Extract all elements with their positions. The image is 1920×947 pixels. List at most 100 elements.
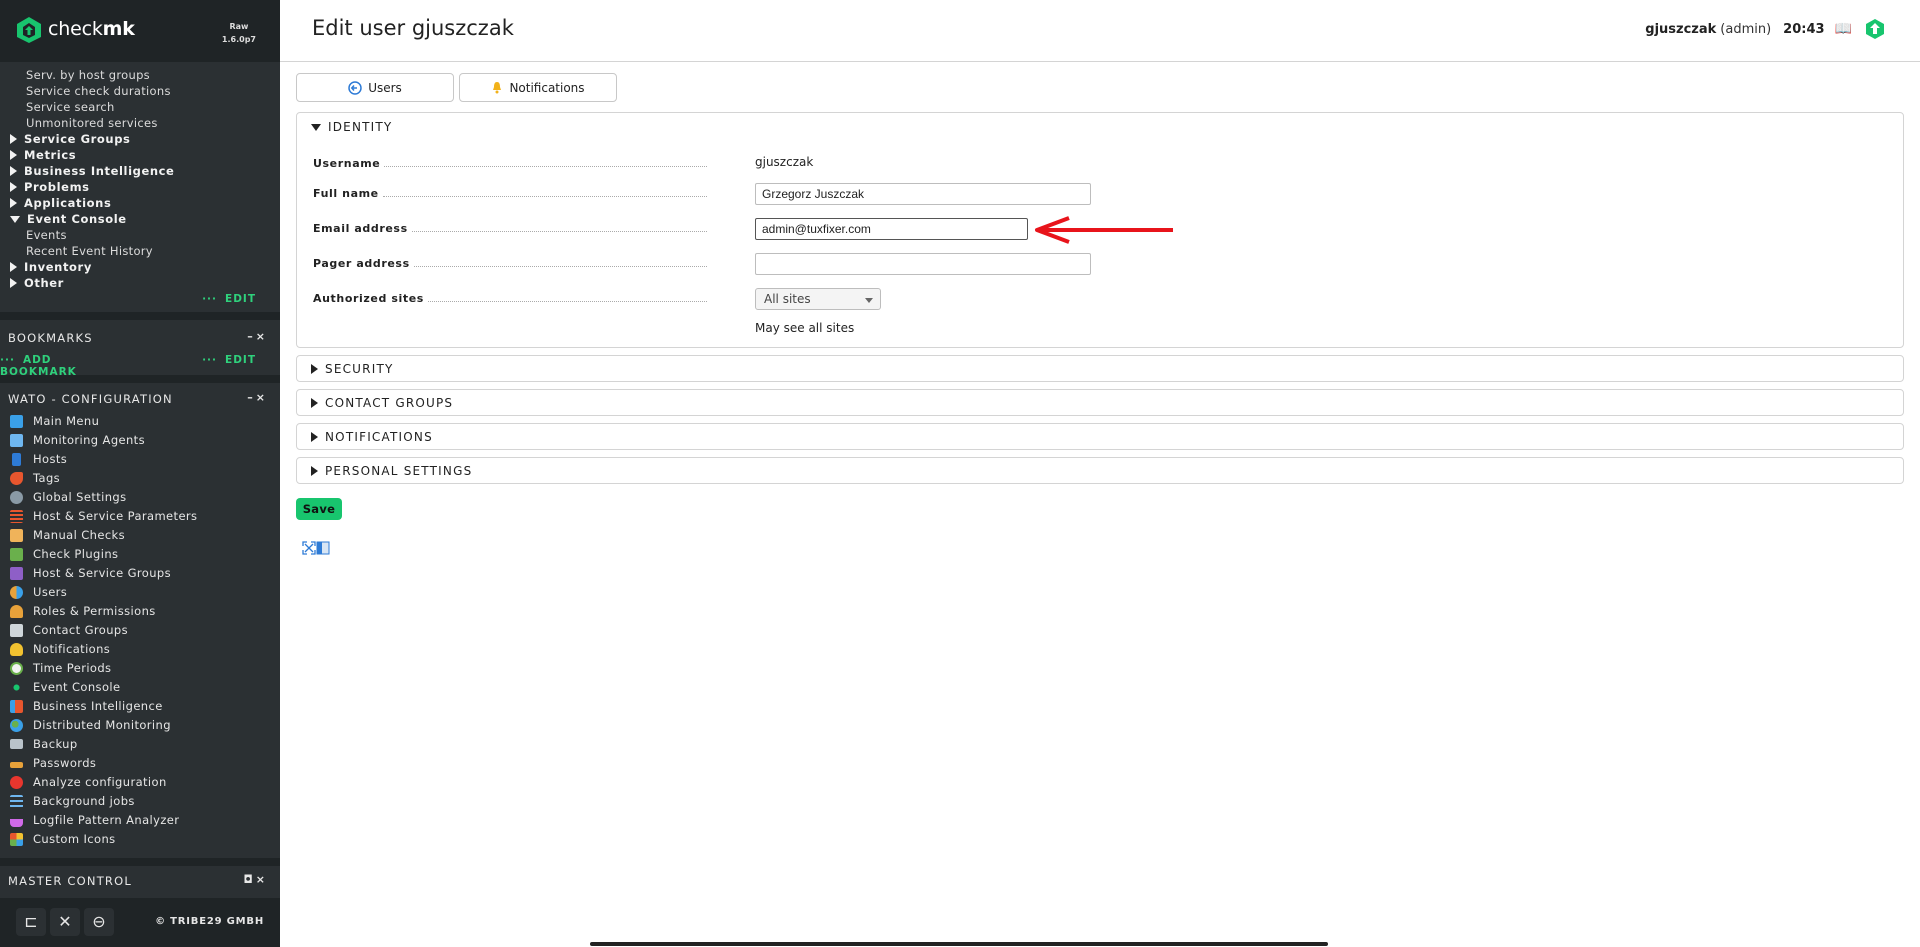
wato-hosts[interactable]: Hosts xyxy=(10,452,67,466)
puzzle-icon xyxy=(10,547,23,561)
wato-title[interactable]: WATO - CONFIGURATION xyxy=(8,392,173,406)
collapsed-triangle-icon xyxy=(10,166,17,176)
wato-time-periods[interactable]: Time Periods xyxy=(10,661,111,675)
wato-controls: –× xyxy=(247,391,268,404)
checkmk-logo-icon[interactable] xyxy=(16,16,42,44)
wato-main-menu[interactable]: Main Menu xyxy=(10,414,99,428)
tags-icon xyxy=(10,471,23,485)
wato-host-service-parameters[interactable]: Host & Service Parameters xyxy=(10,509,197,523)
view-group-problems[interactable]: Problems xyxy=(10,180,90,194)
edition-info: Raw 1.6.0p7 xyxy=(222,20,256,46)
wato-check-plugins[interactable]: Check Plugins xyxy=(10,547,118,561)
security-section[interactable]: SECURITY xyxy=(296,355,1904,382)
wato-custom-icons[interactable]: Custom Icons xyxy=(10,832,116,846)
wato-monitoring-agents[interactable]: Monitoring Agents xyxy=(10,433,145,447)
contact-groups-icon xyxy=(10,623,23,637)
view-group-service-groups[interactable]: Service Groups xyxy=(10,132,131,146)
wato-roles-permissions[interactable]: Roles & Permissions xyxy=(10,604,156,618)
bookmarks-edit-link[interactable]: ··· EDIT xyxy=(202,354,256,366)
backup-icon xyxy=(10,739,23,749)
wato-host-service-groups[interactable]: Host & Service Groups xyxy=(10,566,171,580)
agents-icon xyxy=(10,433,23,447)
add-snapin-icon: ⊏ xyxy=(24,912,38,931)
master-control-title[interactable]: MASTER CONTROL xyxy=(8,874,132,888)
minimize-icon[interactable]: – xyxy=(247,330,256,343)
sidebar-footer: ⊏ ✕ ⊖ © TRIBE29 GMBH xyxy=(0,898,280,947)
view-group-metrics[interactable]: Metrics xyxy=(10,148,76,162)
email-input[interactable] xyxy=(755,218,1028,240)
wato-manual-checks[interactable]: Manual Checks xyxy=(10,528,125,542)
maximize-icon[interactable]: ◘ xyxy=(244,873,256,886)
close-icon[interactable]: × xyxy=(256,873,268,886)
logo-bar: checkmk Raw 1.6.0p7 xyxy=(0,0,280,62)
fullscreen-icon[interactable] xyxy=(302,541,316,555)
view-link-serv-by-host-groups[interactable]: Serv. by host groups xyxy=(26,68,150,82)
dots-icon: ··· xyxy=(202,354,218,366)
wato-passwords[interactable]: Passwords xyxy=(10,756,96,770)
wato-tags[interactable]: Tags xyxy=(10,471,60,485)
notifications-button[interactable]: Notifications xyxy=(459,73,617,102)
collapsed-triangle-icon xyxy=(311,465,318,476)
clock-icon xyxy=(10,661,23,675)
sidebar: checkmk Raw 1.6.0p7 Serv. by host groups… xyxy=(0,0,280,947)
view-group-event-console[interactable]: Event Console xyxy=(10,212,127,226)
wato-contact-groups[interactable]: Contact Groups xyxy=(10,623,128,637)
list-icon xyxy=(10,794,23,808)
current-username[interactable]: gjuszczak xyxy=(1645,22,1716,37)
personal-settings-section[interactable]: PERSONAL SETTINGS xyxy=(296,457,1904,484)
wato-business-intelligence[interactable]: Business Intelligence xyxy=(10,699,163,713)
main-content: Edit user gjuszczak gjuszczak (admin) 20… xyxy=(280,0,1920,947)
bookmarks-controls: –× xyxy=(247,330,268,343)
add-snapin-button[interactable]: ⊏ xyxy=(16,908,46,936)
wato-backup[interactable]: Backup xyxy=(10,737,78,751)
pager-input[interactable] xyxy=(755,253,1091,275)
bell-icon xyxy=(493,82,502,94)
view-link-recent-event-history[interactable]: Recent Event History xyxy=(26,244,153,258)
wato-logfile-pattern-analyzer[interactable]: Logfile Pattern Analyzer xyxy=(10,813,179,827)
user-info: gjuszczak (admin) 20:43 📖 xyxy=(1645,18,1886,40)
pager-label: Pager address xyxy=(313,257,414,270)
book-icon[interactable]: 📖 xyxy=(1835,21,1852,37)
collapsed-triangle-icon xyxy=(10,134,17,144)
wato-users[interactable]: Users xyxy=(10,585,67,599)
sites-select[interactable]: All sites xyxy=(755,288,881,310)
email-row: Email address xyxy=(313,216,1893,244)
logout-button[interactable]: ⊖ xyxy=(84,908,114,936)
fullname-input[interactable] xyxy=(755,183,1091,205)
users-back-button[interactable]: Users xyxy=(296,73,454,102)
expanded-triangle-icon xyxy=(10,215,20,223)
view-group-inventory[interactable]: Inventory xyxy=(10,260,92,274)
collapsed-triangle-icon xyxy=(10,262,17,272)
email-label: Email address xyxy=(313,222,412,235)
wato-background-jobs[interactable]: Background jobs xyxy=(10,794,135,808)
analyze-icon xyxy=(10,775,23,789)
bookmarks-title[interactable]: BOOKMARKS xyxy=(8,331,93,345)
sidebar-settings-button[interactable]: ✕ xyxy=(50,908,80,936)
key-icon xyxy=(10,762,23,768)
groups-icon xyxy=(10,566,23,580)
views-edit-link[interactable]: ··· EDIT xyxy=(202,293,256,305)
wato-distributed-monitoring[interactable]: Distributed Monitoring xyxy=(10,718,171,732)
view-group-business-intelligence[interactable]: Business Intelligence xyxy=(10,164,174,178)
checkmk-logo-icon[interactable] xyxy=(1864,18,1886,40)
view-link-service-search[interactable]: Service search xyxy=(26,100,115,114)
view-group-applications[interactable]: Applications xyxy=(10,196,111,210)
view-link-events[interactable]: Events xyxy=(26,228,67,242)
wato-global-settings[interactable]: Global Settings xyxy=(10,490,127,504)
view-link-service-check-durations[interactable]: Service check durations xyxy=(26,84,171,98)
identity-header[interactable]: IDENTITY xyxy=(297,113,1903,141)
snapin-separator xyxy=(0,375,280,383)
wato-notifications[interactable]: Notifications xyxy=(10,642,110,656)
wato-analyze-configuration[interactable]: Analyze configuration xyxy=(10,775,167,789)
horizontal-scrollbar[interactable] xyxy=(590,942,1328,946)
notifications-section[interactable]: NOTIFICATIONS xyxy=(296,423,1904,450)
close-icon[interactable]: × xyxy=(256,330,268,343)
sidebar-toggle-icon[interactable] xyxy=(316,541,330,555)
minimize-icon[interactable]: – xyxy=(247,391,256,404)
wato-event-console[interactable]: Event Console xyxy=(10,680,120,694)
view-link-unmonitored-services[interactable]: Unmonitored services xyxy=(26,116,158,130)
save-button[interactable]: Save xyxy=(296,498,342,520)
contact-groups-section[interactable]: CONTACT GROUPS xyxy=(296,389,1904,416)
close-icon[interactable]: × xyxy=(256,391,268,404)
view-group-other[interactable]: Other xyxy=(10,276,64,290)
